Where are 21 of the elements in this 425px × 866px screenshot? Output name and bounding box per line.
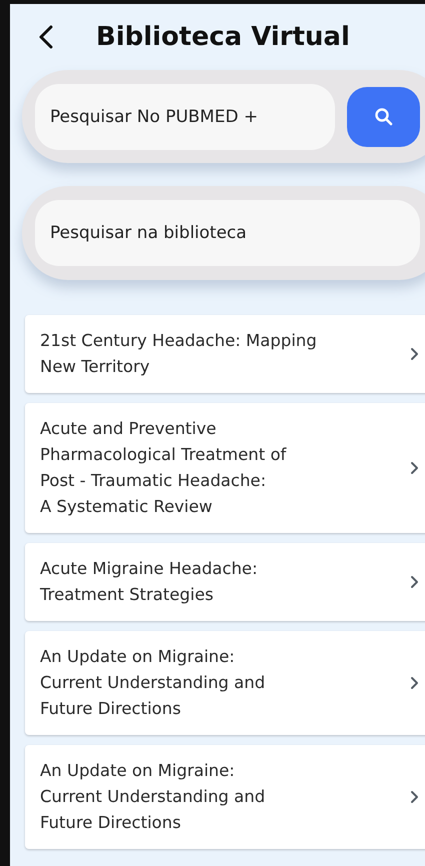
chevron-right-icon: [410, 790, 419, 804]
article-title: An Update on Migraine: Current Understanding and Future Directions: [40, 760, 266, 834]
search-field[interactable]: Pesquisar na biblioteca: [35, 200, 420, 266]
article-item[interactable]: Acute Migraine Headache: Treatment Strategies: [25, 543, 425, 621]
article-title: 21st Century Headache: Mapping New Territory: [40, 330, 318, 378]
back-icon: [39, 25, 53, 49]
chevron-right-icon: [410, 676, 419, 690]
chevron-right-icon: [410, 347, 419, 361]
search-icon: [374, 106, 394, 126]
article-item[interactable]: An Update on Migraine: Current Understanding and Future Directions: [25, 631, 425, 735]
article-title: An Update on Migraine: Current Understanding and Future Directions: [40, 646, 266, 720]
chevron-right-icon: [410, 575, 419, 589]
article-item[interactable]: 21st Century Headache: Mapping New Territory: [25, 315, 425, 393]
search-field[interactable]: Pesquisar No PUBMED +: [35, 84, 335, 150]
chevron-right-icon: [410, 461, 419, 475]
article-title: Acute and Preventive Pharmacological Treatment of Post - Traumatic Headache: A Systematic Review: [40, 418, 288, 518]
article-item[interactable]: An Update on Migraine: Current Understanding and Future Directions: [25, 745, 425, 849]
search-button[interactable]: [347, 86, 420, 146]
page-title: Biblioteca Virtual: [96, 20, 350, 54]
article-title: Acute Migraine Headache: Treatment Strategies: [40, 558, 259, 606]
article-item[interactable]: Acute and Preventive Pharmacological Treatment of Post - Traumatic Headache: A Systematic Review: [25, 403, 425, 533]
